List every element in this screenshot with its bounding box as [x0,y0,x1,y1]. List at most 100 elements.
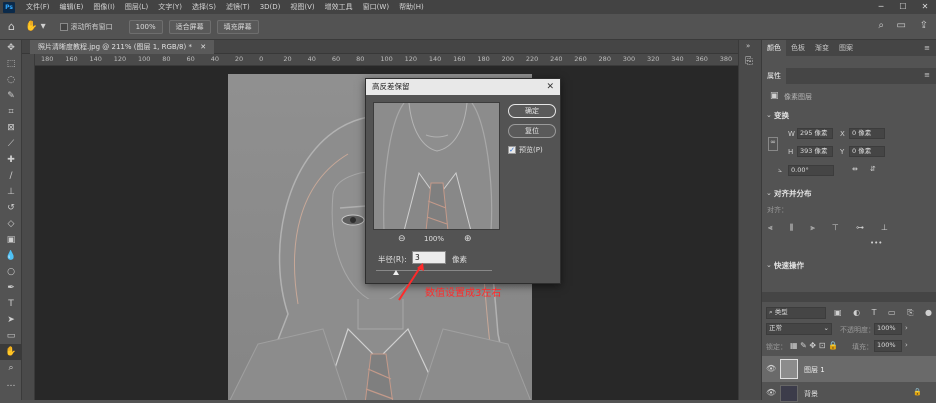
opacity-chevron-icon[interactable]: › [905,324,908,332]
panel-menu-icon[interactable]: ≡ [924,40,930,56]
x-field[interactable]: 0 像素 [849,128,885,139]
search-icon[interactable]: ⌕ [878,20,884,31]
lock-transparent-icon[interactable]: ▦ [790,341,798,350]
align-bottom-icon[interactable]: ⊥ [881,223,888,233]
menu-edit[interactable]: 编辑(E) [55,2,89,12]
tab-color[interactable]: 颜色 [762,40,786,56]
tab-gradients[interactable]: 渐变 [810,40,834,56]
filter-adjust-icon[interactable]: ◐ [853,308,860,318]
reset-button[interactable]: 复位 [508,124,556,138]
align-left-icon[interactable]: ⫷ [768,223,773,233]
width-field[interactable]: 295 像素 [797,128,833,139]
document-tab[interactable]: 照片清晰度教程.jpg @ 211% (图层 1, RGB/8) * ✕ [30,40,215,54]
zoom-out-icon[interactable]: ⊖ [398,234,406,244]
y-field[interactable]: 0 像素 [849,146,885,157]
minimize-icon[interactable]: ─ [870,0,892,14]
dialog-close-icon[interactable]: ✕ [546,79,554,95]
tab-patterns[interactable]: 图案 [834,40,858,56]
height-field[interactable]: 393 像素 [797,146,833,157]
lock-position-icon[interactable]: ✥ [809,341,816,350]
filter-shape-icon[interactable]: ▭ [888,308,896,318]
menu-view[interactable]: 视图(V) [285,2,319,12]
menu-layer[interactable]: 图层(L) [120,2,153,12]
workspace-icon[interactable]: ▭ [897,20,906,31]
fill-chevron-icon[interactable]: › [905,341,908,349]
history-panel-icon[interactable]: ⎘ [745,56,753,67]
home-icon[interactable]: ⌂ [8,20,15,33]
menu-3d[interactable]: 3D(D) [255,3,286,11]
filter-preview[interactable] [373,102,500,230]
menu-image[interactable]: 图像(I) [88,2,120,12]
marquee-tool-icon[interactable]: ⬚ [0,56,22,72]
maximize-icon[interactable]: ☐ [892,0,914,14]
tab-swatches[interactable]: 色板 [786,40,810,56]
menu-plugins[interactable]: 增效工具 [320,2,358,12]
brush-tool-icon[interactable]: ∕ [0,168,22,184]
ok-button[interactable]: 确定 [508,104,556,118]
menu-file[interactable]: 文件(F) [21,2,55,12]
frame-tool-icon[interactable]: ⊠ [0,120,22,136]
visibility-eye-icon[interactable]: 👁 [766,364,776,373]
lock-image-icon[interactable]: ✎ [800,341,807,350]
lock-artboard-icon[interactable]: ⊡ [819,341,826,350]
align-top-icon[interactable]: ⊤ [832,223,839,233]
close-window-icon[interactable]: ✕ [914,0,936,14]
type-tool-icon[interactable]: T [0,296,22,312]
clone-stamp-tool-icon[interactable]: ⊥ [0,184,22,200]
layer-row-1[interactable]: 👁 图层 1 [762,356,936,382]
flip-horizontal-icon[interactable]: ⇹ [852,165,858,173]
transform-chevron-icon[interactable]: ⌄ [766,111,772,119]
history-brush-tool-icon[interactable]: ↺ [0,200,22,216]
path-select-tool-icon[interactable]: ➤ [0,312,22,328]
crop-tool-icon[interactable]: ⌗ [0,104,22,120]
hand-tool-preset-icon[interactable]: ✋ ▾ [25,21,46,32]
flip-vertical-icon[interactable]: ⇵ [870,165,876,173]
align-chevron-icon[interactable]: ⌄ [766,189,772,197]
filter-toggle-icon[interactable]: ● [925,308,932,318]
layer-row-background[interactable]: 👁 背景 🔒 [762,383,936,403]
lasso-tool-icon[interactable]: ◌ [0,72,22,88]
gradient-tool-icon[interactable]: ▣ [0,232,22,248]
zoom-in-icon[interactable]: ⊕ [464,234,472,244]
filter-pixel-icon[interactable]: ▣ [834,308,842,318]
layer-filter-field[interactable]: ⌕ 类型 [766,307,826,319]
blur-tool-icon[interactable]: 💧 [0,248,22,264]
lock-all-icon[interactable]: 🔒 [828,341,838,350]
share-icon[interactable]: ⇪ [920,20,928,31]
collapse-arrows-icon[interactable]: » [746,42,750,50]
properties-menu-icon[interactable]: ≡ [924,71,930,79]
quick-actions-chevron-icon[interactable]: ⌄ [766,261,772,269]
zoom-tool-icon[interactable]: ⌕ [0,360,22,376]
filter-smart-icon[interactable]: ⎘ [907,308,913,318]
visibility-eye-icon[interactable]: 👁 [766,388,776,397]
tab-properties[interactable]: 属性 [762,68,786,84]
more-tools-icon[interactable]: … [0,376,22,392]
align-hcenter-icon[interactable]: ⫼ [790,223,794,233]
align-vcenter-icon[interactable]: ⊶ [856,223,864,233]
menu-filter[interactable]: 滤镜(T) [221,2,255,12]
healing-brush-tool-icon[interactable]: ✚ [0,152,22,168]
angle-field[interactable]: 0.00° [788,165,834,176]
eyedropper-tool-icon[interactable]: ⟋ [0,136,22,152]
close-tab-icon[interactable]: ✕ [200,43,206,51]
menu-select[interactable]: 选择(S) [187,2,221,12]
quick-select-tool-icon[interactable]: ✎ [0,88,22,104]
fill-field[interactable]: 100% [874,340,902,352]
menu-window[interactable]: 窗口(W) [358,2,394,12]
menu-type[interactable]: 文字(Y) [153,2,187,12]
eraser-tool-icon[interactable]: ◇ [0,216,22,232]
fit-screen-button[interactable]: 适合屏幕 [168,19,211,34]
hand-tool-icon[interactable]: ✋ [0,344,22,360]
align-right-icon[interactable]: ⫸ [810,223,815,233]
zoom-100-button[interactable]: 100% [128,19,163,34]
shape-tool-icon[interactable]: ▭ [0,328,22,344]
scroll-all-checkbox[interactable] [59,22,68,31]
dodge-tool-icon[interactable]: ○ [0,264,22,280]
fill-screen-button[interactable]: 填充屏幕 [216,19,259,34]
preview-checkbox[interactable]: ✓ [508,146,516,154]
opacity-field[interactable]: 100% [874,323,902,335]
filter-type-icon[interactable]: T [872,308,877,318]
blend-mode-select[interactable]: 正常 ⌄ [766,323,832,335]
more-align-icon[interactable]: ••• [870,239,882,247]
menu-help[interactable]: 帮助(H) [394,2,429,12]
